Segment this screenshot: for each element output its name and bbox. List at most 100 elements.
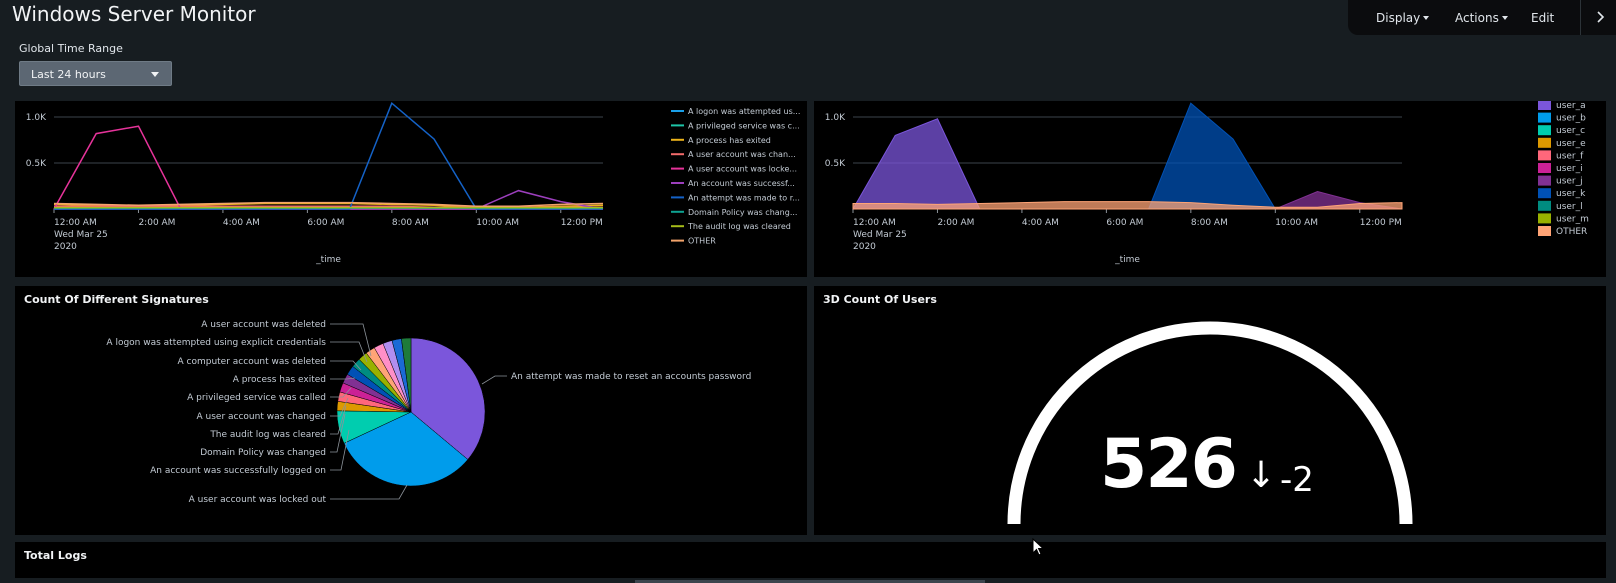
x-axis-title: _time: [1114, 255, 1140, 265]
legend-swatch: [1538, 175, 1551, 186]
legend-label: A user account was chan...: [688, 150, 796, 159]
legend-label: user_b: [1556, 114, 1586, 124]
total-logs-panel: Total Logs: [15, 542, 1606, 578]
signatures-timechart-panel: 1.0K 0.5K 12:00 AM 2:00 AM 4:00 AM 6:00 AM 8:0…: [15, 101, 807, 277]
x-tick-label: 6:00 AM: [1106, 218, 1143, 228]
x-tick-label: 2:00 AM: [138, 218, 175, 228]
legend-swatch: [1538, 150, 1551, 161]
pie-leader-line: [481, 375, 507, 385]
actions-menu[interactable]: Actions: [1455, 11, 1508, 25]
legend-swatch: [1538, 200, 1551, 211]
pie-label: A user account was deleted: [201, 320, 326, 330]
legend-label: user_e: [1556, 139, 1586, 149]
global-time-range-dropdown[interactable]: Last 24 hours: [19, 61, 172, 86]
pie-leader-line: [330, 377, 356, 380]
legend-label: OTHER: [688, 237, 716, 246]
x-tick-sublabel: 2020: [853, 242, 876, 252]
legend-label: OTHER: [1556, 227, 1587, 237]
x-tick-label: 12:00 AM: [54, 218, 97, 228]
legend-label: A privileged service was c...: [688, 121, 800, 130]
plot-area: [852, 102, 1403, 210]
x-axis-title: _time: [315, 255, 341, 265]
signatures-line-chart: 1.0K 0.5K 12:00 AM 2:00 AM 4:00 AM 6:00 AM 8:0…: [26, 101, 800, 265]
global-time-range-label: Global Time Range: [19, 42, 123, 55]
y-tick-label: 0.5K: [26, 159, 47, 169]
x-tick-label: 2:00 AM: [937, 218, 974, 228]
expand-button[interactable]: [1596, 10, 1606, 24]
pie-label: A privileged service was called: [187, 393, 326, 403]
chevron-right-icon: [1597, 11, 1605, 23]
x-tick-label: 10:00 AM: [1275, 218, 1318, 228]
kpi-value: 526: [1100, 425, 1238, 504]
legend-label: A user account was locke...: [688, 165, 797, 174]
x-tick-sublabel: Wed Mar 25: [853, 230, 907, 240]
legend-swatch: [1538, 188, 1551, 199]
legend-label: user_i: [1556, 164, 1583, 174]
plot-area: [53, 101, 604, 210]
legend-label: An account was successf...: [688, 179, 795, 188]
legend-swatch: [1538, 226, 1551, 236]
legend-label: Domain Policy was chang...: [688, 208, 797, 217]
pie-label: An account was successfully logged on: [150, 466, 326, 476]
x-tick-label: 4:00 AM: [1022, 218, 1059, 228]
legend-swatch: [1538, 112, 1551, 123]
x-tick-label: 4:00 AM: [223, 218, 260, 228]
pie-label: A computer account was deleted: [178, 357, 327, 367]
display-menu[interactable]: Display: [1376, 10, 1430, 25]
users-timechart-panel: 1.0K 0.5K 12:00 AM 2:00 AM 4:00 AM 6:00 AM 8:0…: [814, 100, 1606, 277]
legend-label: A logon was attempted us...: [688, 107, 800, 116]
legend-label: user_j: [1556, 177, 1583, 187]
edit-button-label: Edit: [1531, 10, 1555, 25]
y-tick-label: 1.0K: [825, 113, 846, 123]
x-tick-label: 10:00 AM: [476, 218, 519, 228]
edit-button[interactable]: Edit: [1531, 11, 1554, 25]
x-tick-label: 6:00 AM: [307, 218, 344, 228]
x-tick-label: 12:00 PM: [1360, 218, 1402, 228]
y-tick-label: 0.5K: [825, 159, 846, 169]
x-tick-label: 8:00 AM: [1191, 218, 1228, 228]
caret-down-icon: [1423, 15, 1430, 20]
legend-label: user_c: [1556, 126, 1585, 136]
users-area-chart: 1.0K 0.5K 12:00 AM 2:00 AM 4:00 AM 6:00 AM 8:0…: [825, 100, 1589, 265]
legend-label: user_m: [1556, 214, 1589, 224]
legend-label: user_f: [1556, 151, 1584, 161]
legend-label: The audit log was cleared: [687, 222, 791, 231]
legend-label: user_a: [1556, 101, 1586, 111]
legend-label: user_k: [1556, 189, 1586, 199]
pie-label: An attempt was made to reset an accounts…: [511, 372, 751, 382]
dashboard-menubar: Display Actions Edit: [1348, 0, 1616, 35]
legend-label: An attempt was made to r...: [688, 193, 800, 202]
kpi-delta: -2: [1280, 460, 1314, 500]
pie-leader-line: [330, 484, 408, 500]
legend-swatch: [1538, 213, 1551, 224]
display-menu-label: Display: [1376, 10, 1421, 25]
actions-menu-label: Actions: [1455, 10, 1499, 25]
signatures-pie-panel: Count Of Different Signatures An attempt…: [15, 286, 807, 535]
x-tick-sublabel: 2020: [54, 242, 77, 252]
caret-down-icon: [1501, 15, 1508, 20]
pie-label: A user account was locked out: [189, 495, 327, 505]
legend-swatch: [1538, 137, 1551, 148]
pie-label: A user account was changed: [197, 412, 327, 422]
pie-label: A process has exited: [233, 375, 326, 385]
menubar-divider: [1580, 0, 1581, 35]
pie-label: A logon was attempted using explicit cre…: [106, 338, 326, 348]
signatures-pie-chart: An attempt was made to reset an accounts…: [106, 320, 751, 505]
pie-label: The audit log was cleared: [209, 430, 326, 440]
pie-leader-line: [330, 323, 372, 357]
pie-label: Domain Policy was changed: [200, 448, 326, 458]
trend-down-icon: ↓: [1246, 455, 1277, 496]
x-tick-label: 8:00 AM: [392, 218, 429, 228]
mouse-cursor-icon: [1032, 538, 1045, 556]
y-tick-label: 1.0K: [26, 113, 47, 123]
caret-down-icon: [151, 72, 159, 77]
x-tick-label: 12:00 PM: [561, 218, 603, 228]
x-tick-sublabel: Wed Mar 25: [54, 230, 108, 240]
legend-swatch: [1538, 100, 1551, 110]
legend-label: A process has exited: [688, 136, 771, 145]
panel-title: Total Logs: [24, 549, 87, 562]
series-line: [54, 101, 603, 210]
global-time-range-value: Last 24 hours: [31, 68, 106, 81]
legend-label: user_l: [1556, 202, 1583, 212]
series-line: [53, 125, 603, 210]
